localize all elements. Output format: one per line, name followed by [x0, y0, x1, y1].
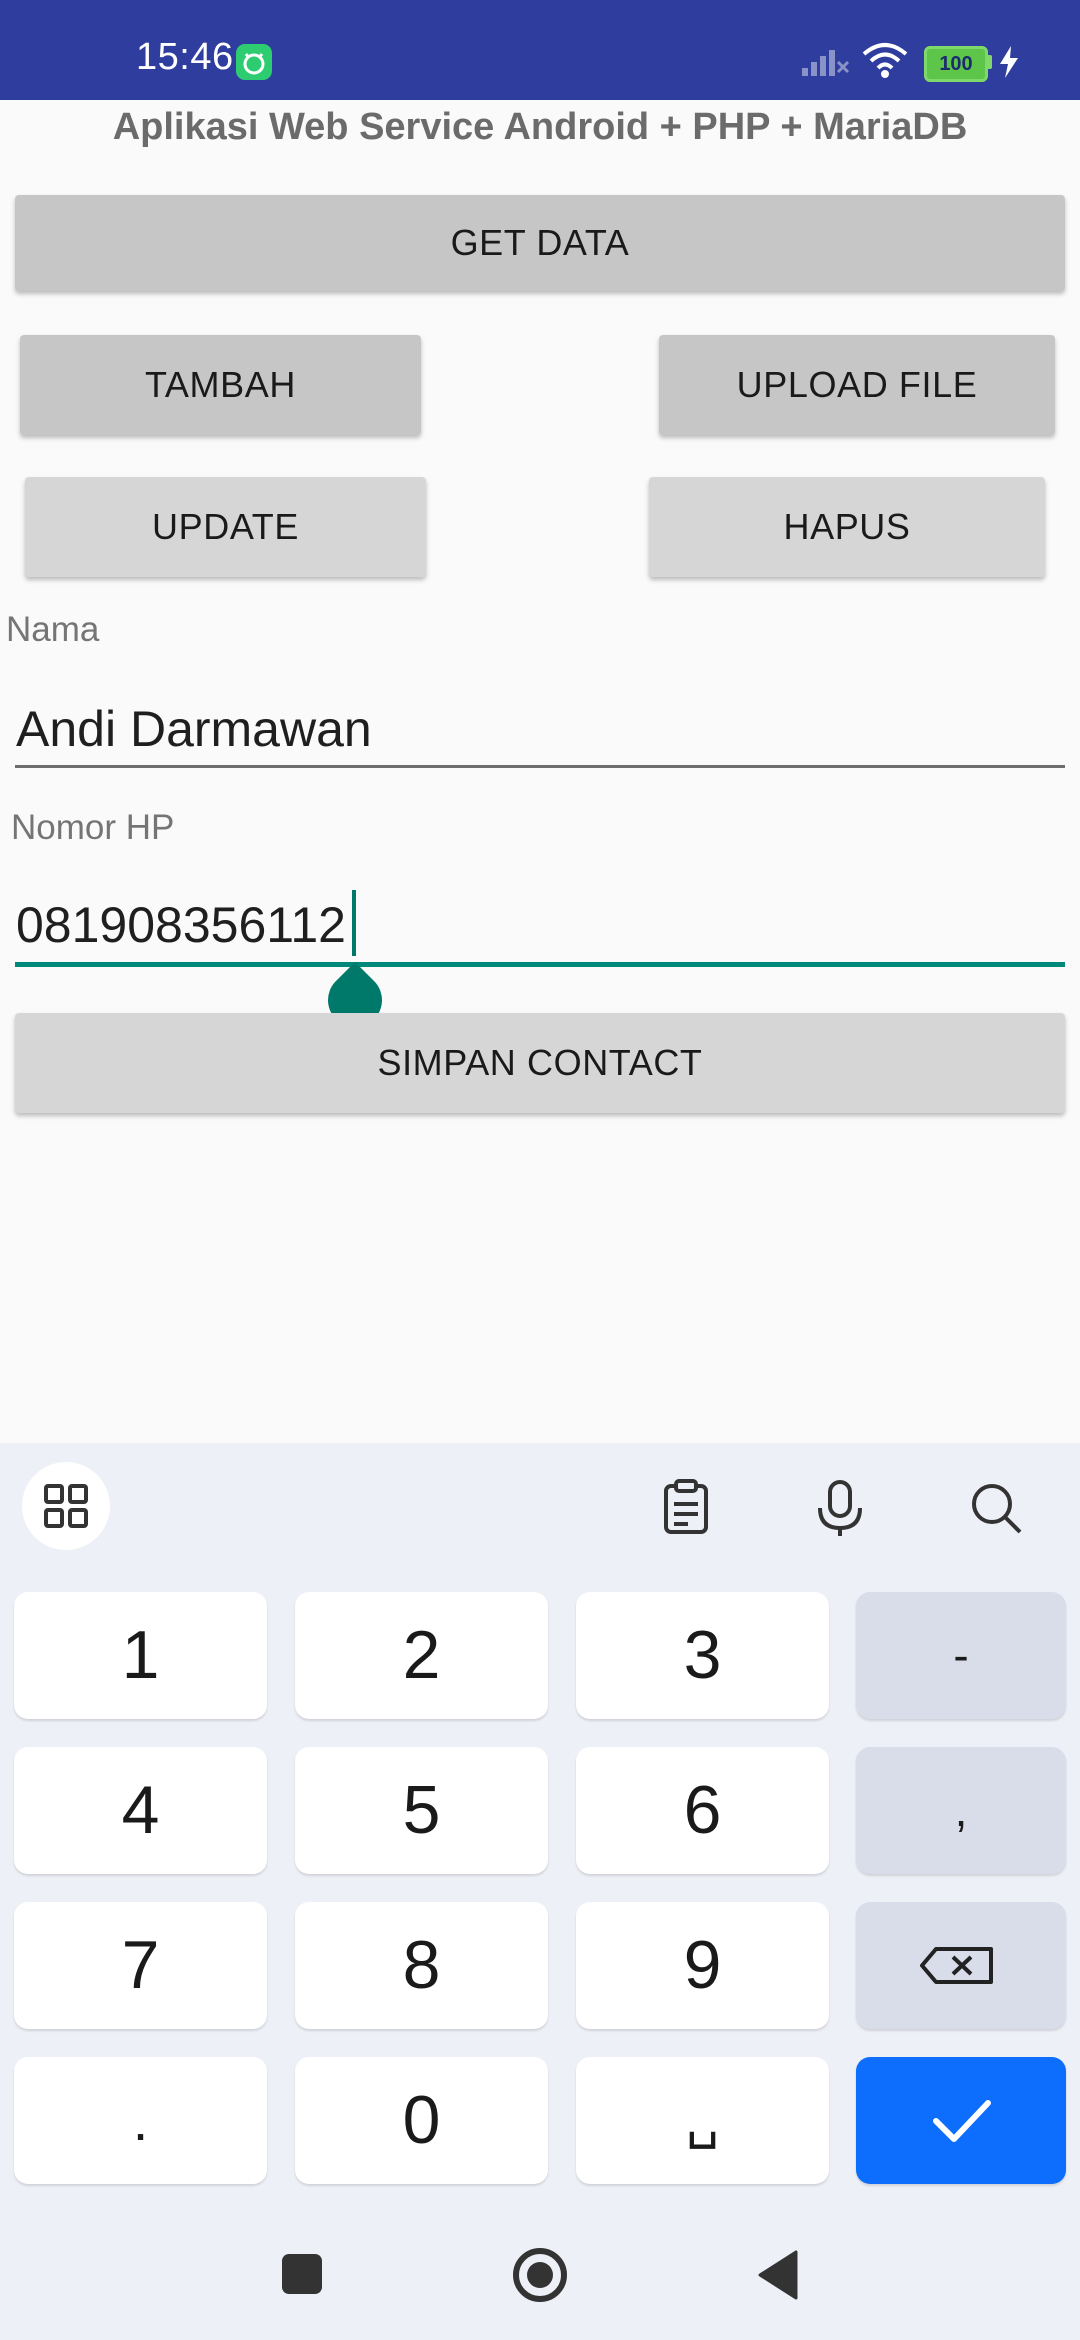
grid-icon[interactable] [22, 1462, 110, 1550]
key-comma[interactable]: , [856, 1747, 1066, 1874]
battery-icon: 100 [924, 46, 988, 82]
get-data-button[interactable]: GET DATA [15, 195, 1065, 291]
key-3[interactable]: 3 [576, 1592, 829, 1719]
key-4[interactable]: 4 [14, 1747, 267, 1874]
key-space[interactable]: ␣ [576, 2057, 829, 2184]
signal-icon [800, 44, 850, 83]
checkmark-icon [933, 2100, 991, 2142]
key-6[interactable]: 6 [576, 1747, 829, 1874]
app-title: Aplikasi Web Service Android + PHP + Mar… [112, 106, 968, 148]
backspace-icon [920, 1947, 993, 1984]
search-icon[interactable] [966, 1478, 1026, 1538]
nomor-hp-input[interactable]: 081908356112 [16, 896, 346, 954]
key-8[interactable]: 8 [295, 1902, 548, 2029]
key-dash[interactable]: - [856, 1592, 1066, 1719]
battery-tip [988, 55, 992, 69]
wifi-icon [860, 40, 910, 85]
microphone-icon[interactable] [810, 1478, 870, 1538]
notification-app-icon [236, 44, 272, 80]
key-backspace[interactable] [856, 1902, 1066, 2029]
charging-icon [996, 44, 1022, 85]
status-time: 15:46 [136, 36, 234, 78]
home-icon[interactable] [510, 2245, 570, 2305]
nomor-hp-underline [15, 962, 1065, 967]
hapus-button[interactable]: HAPUS [649, 477, 1045, 577]
upload-file-button[interactable]: UPLOAD FILE [659, 335, 1055, 435]
key-7[interactable]: 7 [14, 1902, 267, 2029]
nomor-hp-label: Nomor HP [11, 808, 175, 847]
key-1[interactable]: 1 [14, 1592, 267, 1719]
back-icon[interactable] [756, 2250, 800, 2300]
key-5[interactable]: 5 [295, 1747, 548, 1874]
nama-input[interactable]: Andi Darmawan [16, 700, 372, 758]
numeric-keyboard [0, 1443, 1080, 2340]
nama-label: Nama [6, 610, 100, 649]
simpan-contact-button[interactable]: SIMPAN CONTACT [15, 1013, 1065, 1113]
key-done[interactable] [856, 2057, 1066, 2184]
recents-icon[interactable] [280, 2252, 324, 2296]
key-2[interactable]: 2 [295, 1592, 548, 1719]
key-9[interactable]: 9 [576, 1902, 829, 2029]
key-dot[interactable]: . [14, 2057, 267, 2184]
update-button[interactable]: UPDATE [25, 477, 426, 577]
clipboard-icon[interactable] [656, 1478, 716, 1538]
text-cursor [352, 890, 356, 956]
nama-underline [15, 765, 1065, 768]
key-0[interactable]: 0 [295, 2057, 548, 2184]
tambah-button[interactable]: TAMBAH [20, 335, 421, 435]
